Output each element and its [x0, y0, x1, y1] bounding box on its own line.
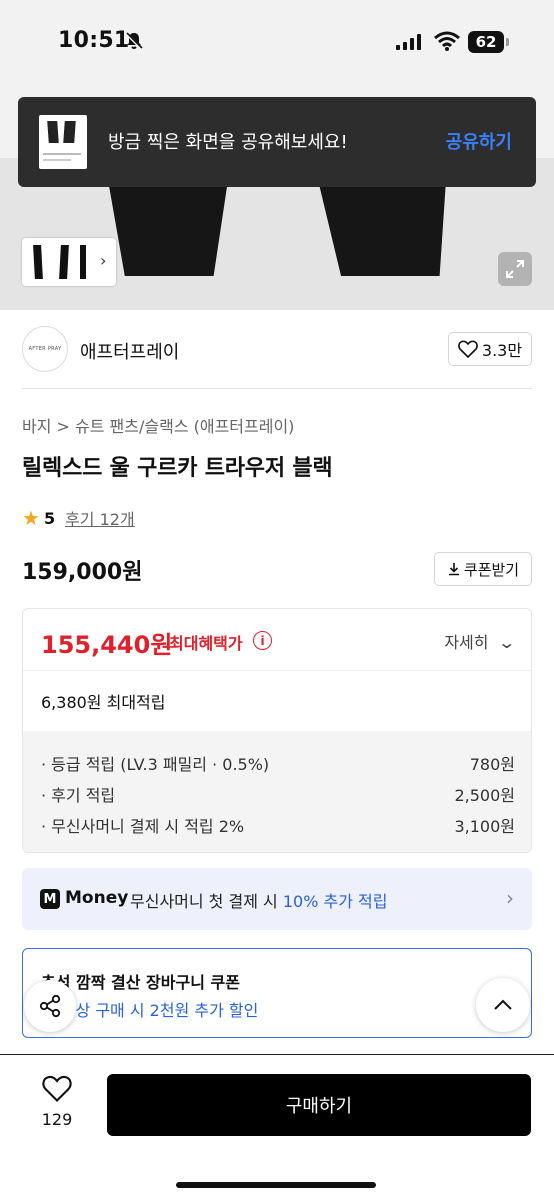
battery-indicator: 62 [468, 31, 510, 53]
points-row-label: · 무신사머니 결제 시 적립 2% [41, 816, 245, 836]
scroll-to-top-button[interactable] [476, 978, 530, 1032]
cart-coupon-banner[interactable]: 추석 깜짝 결산 장바구니 쿠폰 원 이상 구매 시 2천원 추가 할인 [22, 948, 532, 1038]
musinsa-money-banner[interactable]: M Money 무신사머니 첫 결제 시 10% 추가 적립 › [22, 868, 532, 930]
expand-image-button[interactable] [498, 252, 532, 286]
breadcrumb[interactable]: 바지 > 슈트 팬츠/슬랙스 (애프터프레이) [22, 413, 294, 437]
max-benefit-box: 155,440원 최대혜택가 i 자세히 ⌄ 6,380원 최대적립 · 등급 … [22, 608, 532, 853]
heart-icon [42, 1075, 72, 1102]
rating-score: 5 [43, 508, 56, 528]
star-icon: ★ [22, 506, 40, 530]
wishlist-count: 129 [41, 1110, 73, 1129]
product-title: 릴렉스드 울 구르카 트라우저 블랙 [22, 456, 333, 481]
brand-logo[interactable]: AFTER PRAY [22, 326, 68, 372]
expand-icon [506, 260, 524, 278]
thumbnail-line [43, 159, 71, 161]
benefit-header[interactable]: 155,440원 최대혜택가 i 자세히 ⌄ [23, 609, 531, 671]
product-price: 159,000원 [22, 560, 143, 585]
brand-like-button[interactable]: 3.3만 [448, 332, 532, 366]
chevron-down-icon: ⌄ [496, 633, 516, 652]
money-banner-text: 무신사머니 첫 결제 시 10% 추가 적립 [130, 888, 387, 912]
chevron-right-icon: › [506, 886, 514, 910]
max-benefit-price: 155,440원 [41, 631, 173, 659]
points-row-label: · 후기 적립 [41, 785, 116, 805]
thumbnail-line [43, 153, 81, 155]
status-bar: 10:51 62 [0, 0, 554, 88]
money-brand: Money [65, 888, 129, 908]
brand-name[interactable]: 애프터프레이 [80, 338, 179, 364]
chevron-up-icon [494, 999, 512, 1010]
screenshot-thumbnail[interactable] [39, 115, 87, 169]
detail-toggle-label: 자세히 [444, 633, 489, 652]
toast-message: 방금 찍은 화면을 공유해보세요! [108, 132, 348, 153]
clock: 10:51 [58, 28, 130, 53]
share-icon [39, 994, 61, 1018]
info-icon[interactable]: i [253, 631, 272, 650]
points-row: · 후기 적립 2,500원 [41, 778, 515, 809]
points-row-label: · 등급 적립 (LV.3 패밀리 · 0.5%) [41, 754, 270, 774]
brand-row: AFTER PRAY 애프터프레이 3.3만 [22, 326, 532, 374]
heart-icon [458, 340, 478, 358]
points-row: · 등급 적립 (LV.3 패밀리 · 0.5%) 780원 [41, 747, 515, 778]
points-row-value: 2,500원 [454, 785, 515, 805]
signal-icon [396, 34, 421, 50]
bottom-purchase-bar: 129 구매하기 [0, 1054, 554, 1200]
share-button[interactable] [24, 980, 76, 1032]
battery-tip [506, 38, 509, 46]
points-row-value: 3,100원 [454, 816, 515, 836]
benefit-detail-toggle[interactable]: 자세히 ⌄ [444, 629, 516, 653]
thumbnail-item [59, 245, 69, 279]
points-row-value: 780원 [469, 754, 515, 774]
share-now-button[interactable]: 공유하기 [446, 128, 512, 154]
download-icon [448, 563, 459, 576]
get-coupon-button[interactable]: 쿠폰받기 [434, 552, 532, 586]
money-banner-prefix: 무신사머니 첫 결제 시 [130, 892, 283, 911]
thumbnail-item [33, 245, 43, 279]
battery-level: 62 [468, 31, 504, 53]
points-breakdown: · 등급 적립 (LV.3 패밀리 · 0.5%) 780원 · 후기 적립 2… [23, 731, 531, 852]
rating-row: ★ 5 후기 12개 [22, 506, 135, 530]
money-logo-icon: M [40, 889, 60, 909]
reviews-link[interactable]: 후기 12개 [65, 506, 135, 530]
home-indicator [176, 1182, 376, 1188]
buy-button[interactable]: 구매하기 [107, 1074, 531, 1136]
divider [22, 388, 532, 389]
thumbnail-pant-right [63, 121, 76, 143]
chevron-right-icon: › [100, 251, 107, 270]
wishlist-button[interactable]: 129 [30, 1075, 84, 1145]
max-benefit-label: 최대혜택가 [169, 634, 243, 653]
product-image-pant-leg-left [108, 180, 228, 276]
brand-like-count: 3.3만 [481, 341, 523, 360]
get-coupon-label: 쿠폰받기 [463, 560, 520, 579]
coupon-banner-title: 추석 깜짝 결산 장바구니 쿠폰 [41, 973, 240, 992]
bell-slash-icon [124, 31, 144, 51]
thumbnail-item [80, 245, 86, 279]
points-row: · 무신사머니 결제 시 적립 2% 3,100원 [41, 809, 515, 840]
money-banner-highlight: 10% 추가 적립 [282, 892, 388, 911]
image-thumbnail-strip[interactable]: › [22, 238, 116, 286]
screenshot-share-toast: 방금 찍은 화면을 공유해보세요! 공유하기 [18, 97, 536, 187]
max-points-total: 6,380원 최대적립 [41, 693, 166, 712]
thumbnail-pant-left [47, 121, 59, 143]
wifi-icon [434, 31, 460, 51]
